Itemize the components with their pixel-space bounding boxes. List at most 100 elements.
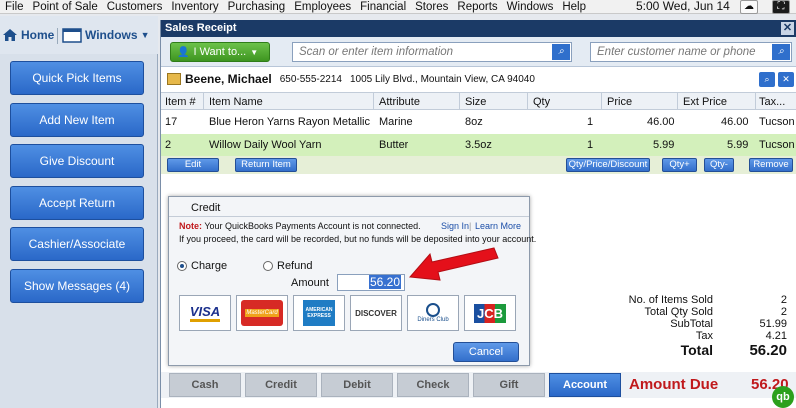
row-size: 3.5oz [465, 139, 492, 151]
menu-purchasing[interactable]: Purchasing [223, 1, 290, 13]
refund-radio-dot[interactable] [263, 261, 273, 271]
subtotal-label: SubTotal [670, 318, 713, 330]
row-actions-bar: Edit Return Item Qty/Price/Discount Qty+… [161, 156, 796, 174]
search-icon[interactable]: ⌕ [552, 44, 570, 60]
menu-windows[interactable]: Windows [502, 1, 558, 13]
fullscreen-icon[interactable]: ⛶ [772, 0, 790, 14]
jcb-card-button[interactable]: JCB [464, 295, 516, 331]
cash-button[interactable]: Cash [169, 373, 241, 397]
row-item-number: 17 [165, 116, 178, 128]
menu-help[interactable]: Help [557, 1, 590, 13]
red-arrow-icon [408, 247, 499, 281]
menu-point-of-sale[interactable]: Point of Sale [28, 1, 102, 13]
credit-dialog-title: Credit [169, 197, 529, 217]
customer-address: 1005 Lily Blvd., Mountain View, CA 94040 [349, 73, 535, 85]
learn-more-link[interactable]: Learn More [475, 221, 521, 231]
refund-label: Refund [277, 260, 313, 272]
diners-circle-icon [425, 303, 440, 317]
col-size[interactable]: Size [465, 96, 486, 108]
col-divider [755, 93, 756, 110]
charge-radio-dot[interactable] [177, 261, 187, 271]
mastercard-button[interactable]: MasterCard [236, 295, 288, 331]
check-button[interactable]: Check [397, 373, 469, 397]
col-ext-price[interactable]: Ext Price [683, 96, 727, 108]
menu-stores[interactable]: Stores [410, 1, 452, 13]
item-search-input[interactable]: Scan or enter item information ⌕ [292, 42, 572, 62]
menu-reports[interactable]: Reports [452, 1, 501, 13]
col-attribute[interactable]: Attribute [379, 96, 420, 108]
menu-inventory[interactable]: Inventory [166, 1, 222, 13]
home-button[interactable]: Home [2, 25, 54, 45]
qty-price-discount-button[interactable]: Qty/Price/Discount [566, 158, 650, 172]
amex-logo-text: AMERICAN EXPRESS [305, 307, 333, 319]
search-icon[interactable]: ⌕ [772, 44, 790, 60]
debit-button[interactable]: Debit [321, 373, 393, 397]
accept-return-button[interactable]: Accept Return [10, 186, 144, 220]
user-icon: 👤 [177, 46, 190, 58]
col-item-name[interactable]: Item Name [209, 96, 263, 108]
windows-button[interactable]: Windows ▼ [62, 25, 149, 45]
add-new-item-button[interactable]: Add New Item [10, 103, 144, 137]
amount-input[interactable]: 56.20 [337, 274, 405, 291]
visa-card-button[interactable]: VISA [179, 295, 231, 331]
items-sold-value: 2 [780, 294, 787, 306]
col-item-number[interactable]: Item # [165, 96, 196, 108]
charge-radio[interactable]: Charge [177, 260, 227, 272]
remove-button[interactable]: Remove [749, 158, 793, 172]
cloud-icon[interactable]: ☁ [740, 0, 758, 14]
menu-financial[interactable]: Financial [355, 1, 410, 13]
menu-bar: File Point of Sale Customers Inventory P… [0, 0, 796, 14]
show-messages-button[interactable]: Show Messages (4) [10, 269, 144, 303]
row-price: 5.99 [653, 139, 675, 151]
items-sold-label: No. of Items Sold [628, 294, 713, 306]
sidebar: Quick Pick Items Add New Item Give Disco… [0, 54, 158, 408]
qty-minus-button[interactable]: Qty- [704, 158, 734, 172]
cashier-associate-button[interactable]: Cashier/Associate [10, 227, 144, 261]
gift-button[interactable]: Gift [473, 373, 545, 397]
i-want-to-label: I Want to... [193, 46, 247, 58]
diners-club-card-button[interactable]: Diners Club [407, 295, 459, 331]
credit-button[interactable]: Credit [245, 373, 317, 397]
col-tax[interactable]: Tax... [759, 96, 795, 108]
window-title-text: Sales Receipt [165, 22, 237, 34]
i-want-to-button[interactable]: 👤 I Want to... ▼ [170, 42, 270, 62]
customer-name[interactable]: Beene, Michael [185, 72, 272, 86]
table-row[interactable]: 17 Blue Heron Yarns Rayon Metallic Marin… [161, 111, 796, 133]
col-price[interactable]: Price [607, 96, 632, 108]
sign-in-link[interactable]: Sign In [441, 221, 469, 231]
quick-pick-items-button[interactable]: Quick Pick Items [10, 61, 144, 95]
row-ext-price: 46.00 [721, 116, 749, 128]
col-qty[interactable]: Qty [533, 96, 550, 108]
jcb-logo-icon: JCB [473, 303, 506, 323]
amount-label: Amount [291, 277, 329, 289]
menu-file[interactable]: File [0, 1, 28, 13]
account-button[interactable]: Account [549, 373, 621, 397]
customer-search-input[interactable]: Enter customer name or phone ⌕ [590, 42, 792, 62]
home-icon [3, 29, 17, 41]
windows-label: Windows [85, 28, 138, 42]
customer-search-icon[interactable]: ⌕ [759, 72, 775, 87]
menu-employees[interactable]: Employees [289, 1, 355, 13]
discover-card-button[interactable]: DISCOVER [350, 295, 402, 331]
customer-phone: 650-555-2214 [279, 73, 342, 85]
visa-logo-icon: VISA [189, 304, 221, 322]
amex-logo-icon: AMERICAN EXPRESS [303, 300, 335, 326]
diners-club-logo-icon: Diners Club [417, 303, 449, 323]
qty-plus-button[interactable]: Qty+ [662, 158, 697, 172]
customer-close-icon[interactable]: ✕ [778, 72, 794, 87]
table-row-selected[interactable]: 2 Willow Daily Wool Yarn Butter 3.5oz 1 … [161, 134, 796, 156]
nav-bar: Home Windows ▼ [0, 16, 158, 54]
col-divider [601, 93, 602, 110]
cancel-button[interactable]: Cancel [453, 342, 519, 362]
quickbooks-logo-icon[interactable]: qb [772, 386, 794, 408]
give-discount-button[interactable]: Give Discount [10, 144, 144, 178]
amex-card-button[interactable]: AMERICAN EXPRESS [293, 295, 345, 331]
charge-label: Charge [191, 260, 228, 272]
edit-button[interactable]: Edit [167, 158, 219, 172]
home-label: Home [21, 28, 55, 42]
menu-customers[interactable]: Customers [102, 1, 167, 13]
refund-radio[interactable]: Refund [263, 260, 312, 272]
diners-club-logo-text: Diners Club [417, 317, 449, 323]
return-item-button[interactable]: Return Item [235, 158, 297, 172]
close-icon[interactable]: ✕ [781, 22, 794, 35]
